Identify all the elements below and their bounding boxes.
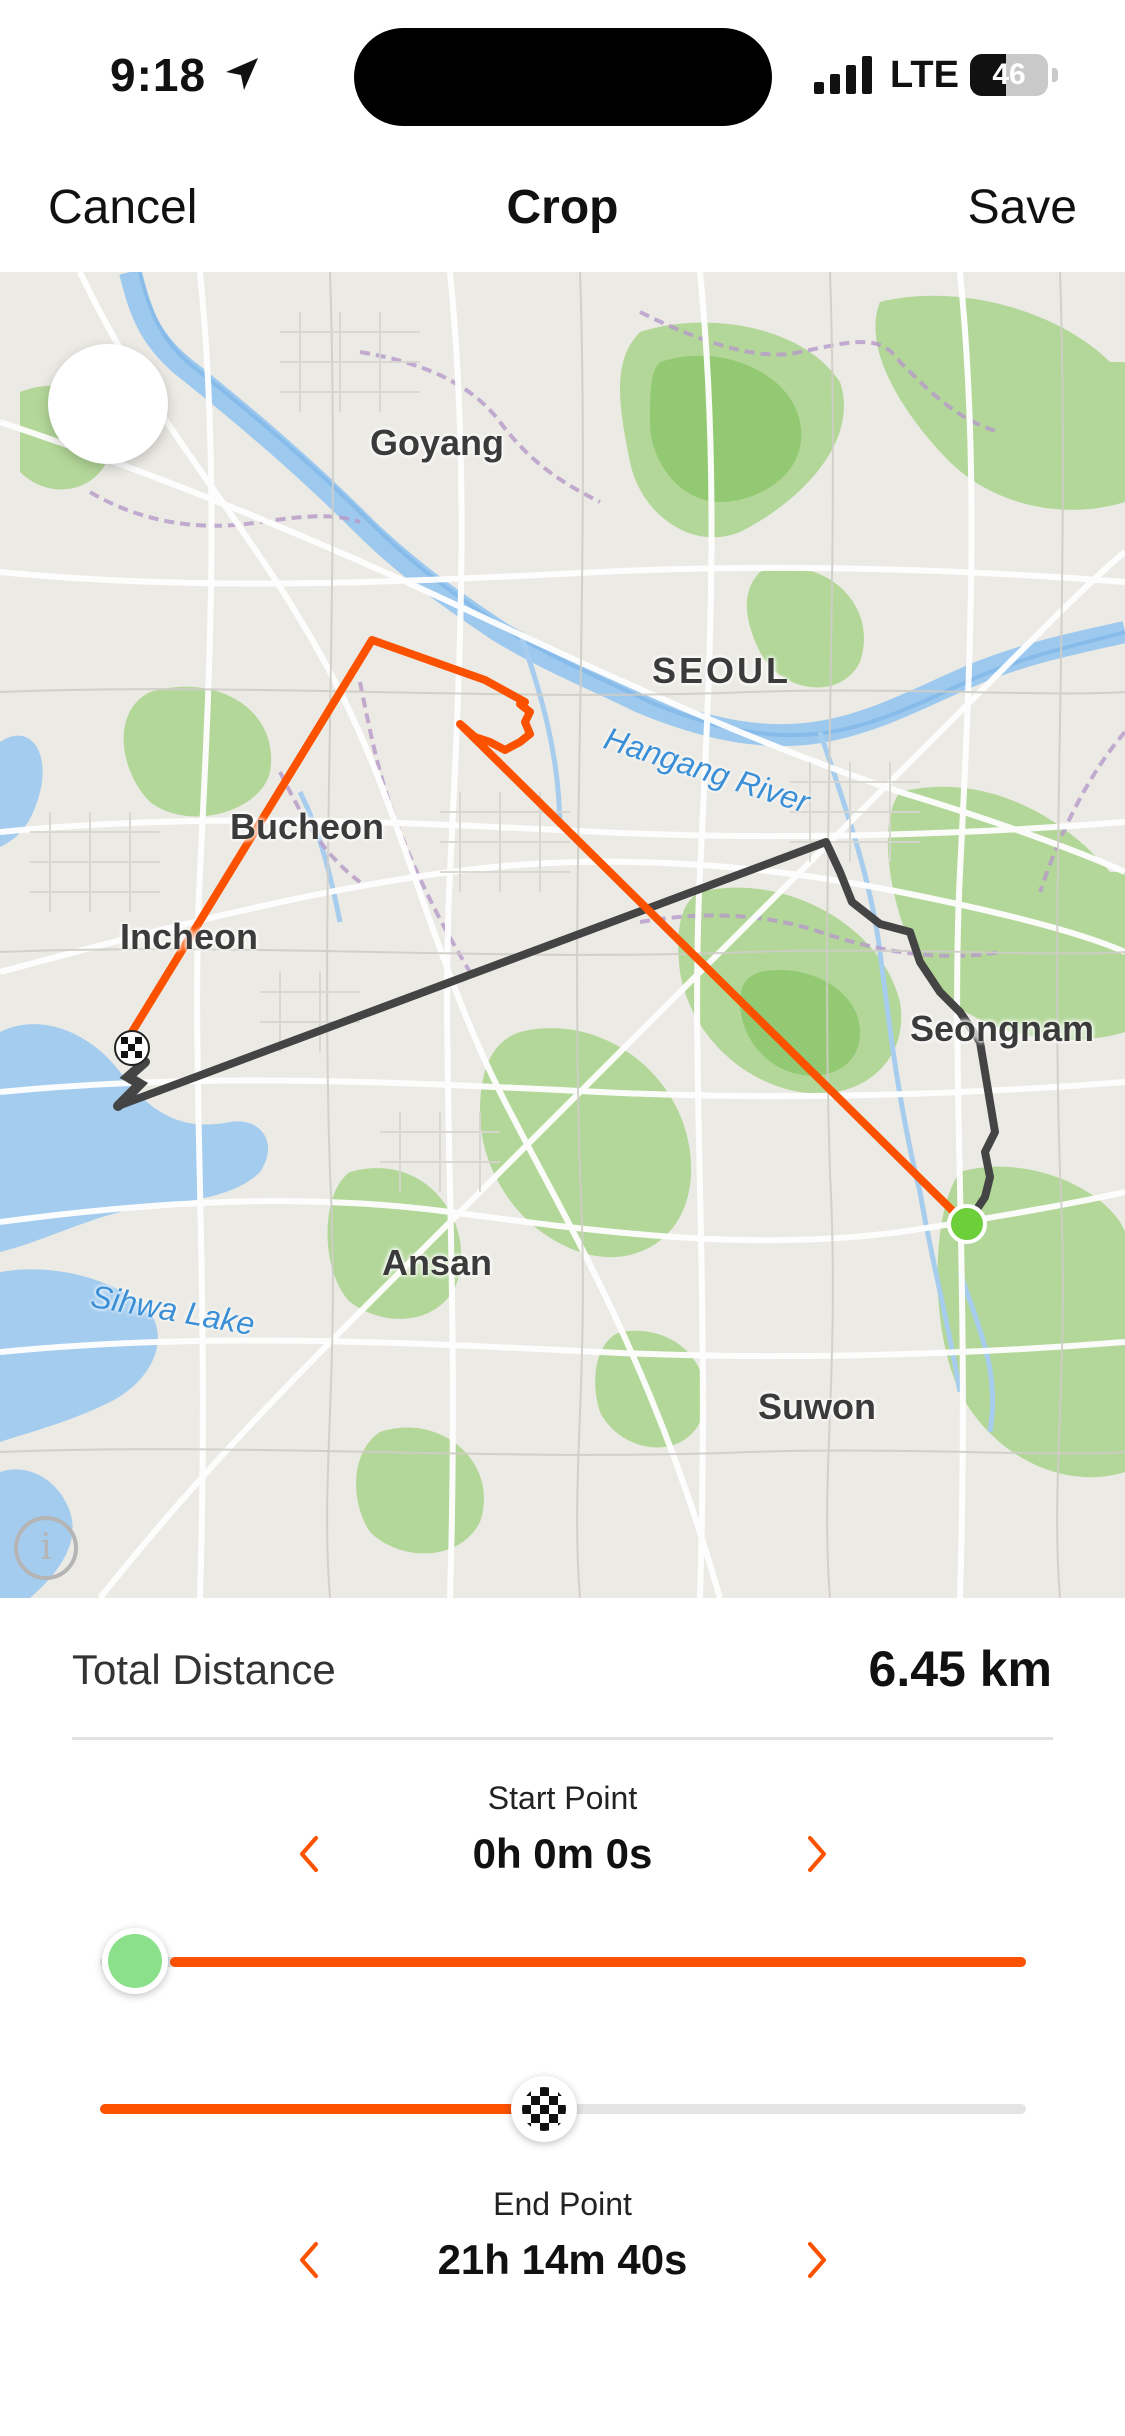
- status-bar: 9:18 LTE 46: [0, 0, 1125, 150]
- total-distance-label: Total Distance: [72, 1646, 336, 1693]
- map-label-goyang: Goyang: [370, 422, 505, 463]
- location-arrow-icon: [226, 58, 258, 90]
- start-slider-selected-range: [170, 1957, 1026, 1967]
- route-end-marker: [114, 1030, 150, 1066]
- map-label-ansan: Ansan: [382, 1242, 493, 1283]
- dynamic-island: [354, 28, 772, 126]
- cellular-signal-icon: [814, 56, 872, 94]
- end-slider-selected-range: [100, 2104, 545, 2114]
- map-attribution-info-button[interactable]: i: [14, 1516, 78, 1580]
- map-style-toggle-button[interactable]: [48, 344, 168, 464]
- save-button[interactable]: Save: [968, 180, 1077, 235]
- nav-bar: Cancel Crop Save: [0, 150, 1125, 272]
- total-distance-row: Total Distance 6.45 km: [72, 1630, 1052, 1710]
- network-type: LTE: [890, 54, 959, 96]
- route-start-marker: [947, 1204, 987, 1244]
- map-label-incheon: Incheon: [120, 916, 259, 957]
- start-slider-handle[interactable]: [102, 1928, 168, 1994]
- end-point-label: End Point: [493, 2186, 632, 2222]
- end-slider-handle-checkered-flag-icon[interactable]: [511, 2076, 578, 2142]
- map-label-suwon: Suwon: [758, 1386, 876, 1427]
- cancel-button[interactable]: Cancel: [48, 180, 197, 235]
- status-time: 9:18: [110, 49, 207, 101]
- route-map[interactable]: Goyang SEOUL Bucheon Incheon Seongnam An…: [0, 272, 1125, 1598]
- end-point-increment-chevron-right-icon[interactable]: [792, 2230, 840, 2290]
- start-point-label: Start Point: [487, 1780, 638, 1816]
- map-label-bucheon: Bucheon: [230, 806, 385, 847]
- map-label-seoul: SEOUL: [652, 650, 792, 691]
- start-point-increment-chevron-right-icon[interactable]: [792, 1824, 840, 1884]
- battery-level: 46: [992, 58, 1026, 91]
- map-label-seongnam: Seongnam: [910, 1008, 1095, 1049]
- divider: [72, 1737, 1053, 1740]
- start-point-time: 0h 0m 0s: [472, 1830, 653, 1877]
- battery-icon: 46: [970, 54, 1058, 96]
- end-point-time: 21h 14m 40s: [437, 2236, 688, 2283]
- total-distance-value: 6.45 km: [868, 1641, 1052, 1697]
